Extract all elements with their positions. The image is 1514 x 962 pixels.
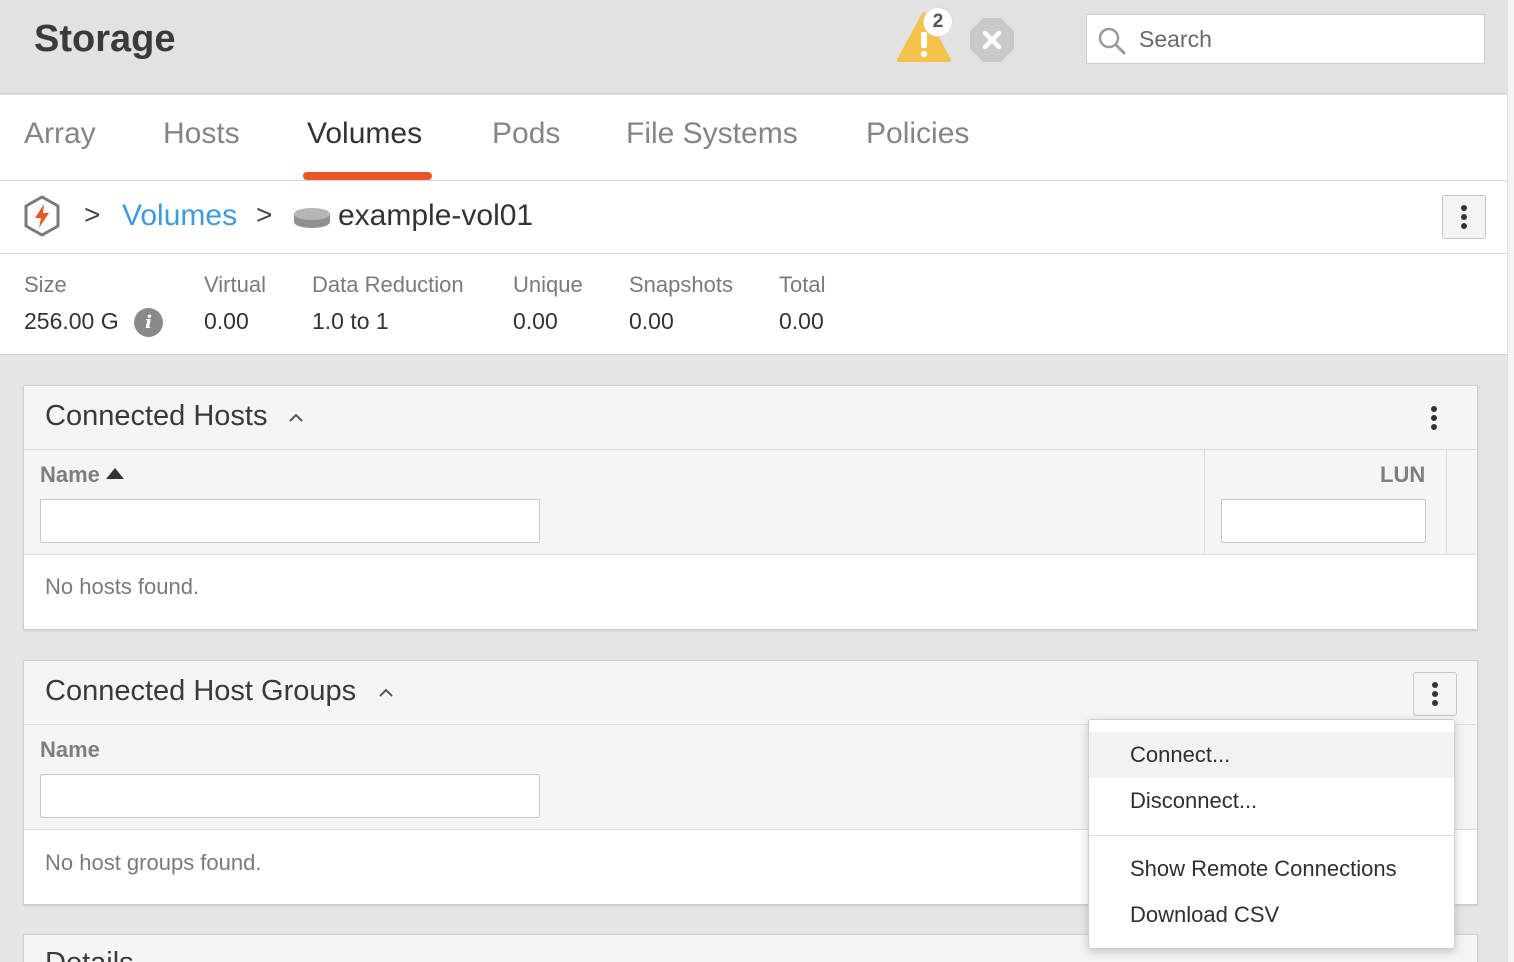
array-home-icon[interactable] bbox=[22, 195, 62, 237]
connected-host-groups-header: Connected Host Groups bbox=[24, 661, 1477, 725]
connected-hosts-panel: Connected Hosts Name LUN No hosts found. bbox=[23, 385, 1478, 630]
column-header-name[interactable]: Name bbox=[40, 462, 124, 488]
menu-divider bbox=[1089, 835, 1454, 836]
details-title: Details bbox=[45, 947, 134, 962]
menu-item-connect[interactable]: Connect... bbox=[1089, 732, 1454, 778]
tab-volumes[interactable]: Volumes bbox=[307, 117, 422, 151]
chevron-up-icon[interactable] bbox=[378, 685, 394, 701]
kebab-icon bbox=[1432, 679, 1438, 709]
search-icon bbox=[1098, 27, 1126, 55]
breadcrumb-separator: > bbox=[256, 199, 273, 230]
connected-hosts-header: Connected Hosts bbox=[24, 386, 1477, 450]
alert-count-badge: 2 bbox=[924, 8, 952, 36]
menu-item-disconnect[interactable]: Disconnect... bbox=[1089, 778, 1454, 824]
breadcrumb: > Volumes > example-vol01 bbox=[0, 181, 1507, 254]
stat-data-reduction-label: Data Reduction bbox=[312, 272, 464, 297]
connected-hosts-menu-button[interactable] bbox=[1419, 398, 1449, 438]
stat-unique-value: 0.00 bbox=[513, 308, 558, 334]
menu-item-download-csv[interactable]: Download CSV bbox=[1089, 892, 1454, 938]
app-title: Storage bbox=[34, 18, 176, 60]
stat-snapshots-label: Snapshots bbox=[629, 272, 733, 297]
stat-data-reduction-value: 1.0 to 1 bbox=[312, 308, 389, 334]
connected-hosts-title: Connected Hosts bbox=[45, 400, 268, 432]
lun-filter-input[interactable] bbox=[1221, 499, 1426, 543]
stat-virtual-value: 0.00 bbox=[204, 308, 249, 334]
column-header-lun[interactable]: LUN bbox=[1380, 462, 1425, 488]
breadcrumb-current-volume: example-vol01 bbox=[338, 199, 534, 232]
stat-total-label: Total bbox=[779, 272, 826, 297]
info-icon[interactable]: i bbox=[134, 308, 163, 337]
breadcrumb-separator: > bbox=[84, 199, 101, 230]
no-hosts-message: No hosts found. bbox=[45, 574, 200, 599]
column-divider bbox=[1204, 450, 1205, 554]
stat-size-label: Size bbox=[24, 272, 67, 297]
search-box[interactable] bbox=[1086, 14, 1485, 64]
menu-item-show-remote-connections[interactable]: Show Remote Connections bbox=[1089, 846, 1454, 892]
column-header-name-label: Name bbox=[40, 462, 100, 487]
top-header: Storage 2 bbox=[0, 0, 1507, 94]
connected-host-groups-title: Connected Host Groups bbox=[45, 675, 357, 707]
scrollbar-track[interactable] bbox=[1507, 0, 1514, 962]
stat-total-value: 0.00 bbox=[779, 308, 824, 334]
tab-array[interactable]: Array bbox=[24, 117, 96, 151]
host-groups-actions-menu: Connect... Disconnect... Show Remote Con… bbox=[1088, 719, 1455, 949]
connected-hosts-filter-row: Name LUN bbox=[24, 450, 1477, 555]
connected-host-groups-menu-button[interactable] bbox=[1413, 672, 1457, 716]
search-input[interactable] bbox=[1139, 23, 1469, 55]
tab-policies[interactable]: Policies bbox=[866, 117, 969, 151]
volume-icon bbox=[294, 208, 330, 228]
stat-snapshots-value: 0.00 bbox=[629, 308, 674, 334]
breadcrumb-volumes-link[interactable]: Volumes bbox=[122, 199, 237, 233]
kebab-icon bbox=[1461, 202, 1467, 232]
volume-actions-button[interactable] bbox=[1442, 195, 1486, 239]
tab-hosts[interactable]: Hosts bbox=[163, 117, 240, 151]
column-divider bbox=[1446, 450, 1447, 554]
kebab-icon bbox=[1431, 403, 1437, 433]
stat-virtual-label: Virtual bbox=[204, 272, 266, 297]
stat-unique-label: Unique bbox=[513, 272, 583, 297]
host-group-name-filter-input[interactable] bbox=[40, 774, 540, 818]
sort-ascending-icon bbox=[105, 468, 124, 479]
host-name-filter-input[interactable] bbox=[40, 499, 540, 543]
chevron-up-icon[interactable] bbox=[288, 410, 304, 426]
close-icon[interactable] bbox=[968, 16, 1016, 64]
tab-pods[interactable]: Pods bbox=[492, 117, 560, 151]
tab-file-systems[interactable]: File Systems bbox=[626, 117, 798, 151]
column-header-name[interactable]: Name bbox=[40, 737, 100, 763]
volume-stats: Size 256.00 G i Virtual 0.00 Data Reduct… bbox=[0, 254, 1507, 355]
tab-bar: Array Hosts Volumes Pods File Systems Po… bbox=[0, 95, 1507, 181]
active-tab-indicator bbox=[303, 172, 432, 180]
alerts-button[interactable]: 2 bbox=[896, 8, 956, 64]
stat-size-value: 256.00 G bbox=[24, 308, 119, 334]
no-host-groups-message: No host groups found. bbox=[45, 850, 262, 875]
